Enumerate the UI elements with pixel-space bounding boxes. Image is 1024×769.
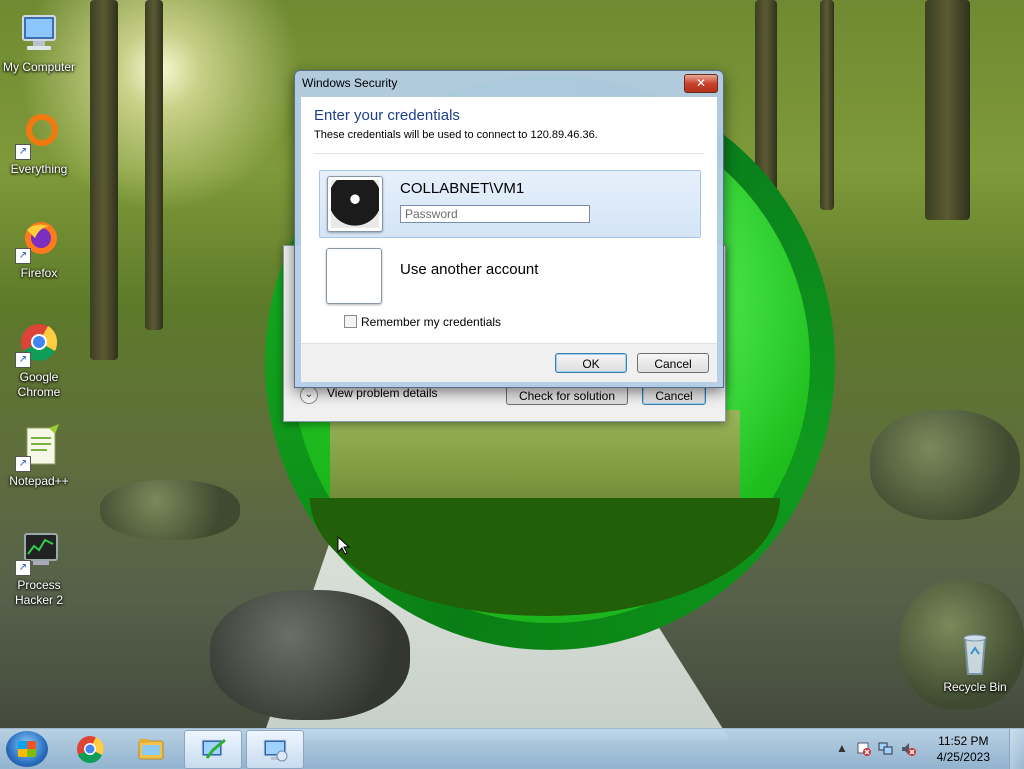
mouse-cursor-icon [337, 536, 351, 555]
taskbar-remote-desktop[interactable] [246, 730, 304, 769]
process-hacker-icon: ↗ [15, 528, 63, 576]
desktop-icon-label: Process Hacker 2 [14, 578, 64, 607]
desktop-icon-label: Firefox [20, 266, 58, 280]
dialog-title: Windows Security [302, 76, 398, 90]
desktop-icon-notepad-plus-plus[interactable]: ↗ Notepad++ [1, 424, 77, 489]
desktop-icon-label: My Computer [2, 60, 76, 74]
use-another-account-tile[interactable]: Use another account [319, 243, 699, 304]
taskbar-clock[interactable]: 11:52 PM 4/25/2023 [937, 733, 990, 765]
dog-avatar-icon [331, 180, 379, 228]
folder-icon [138, 739, 164, 760]
action-center-icon[interactable] [856, 741, 872, 757]
tree-trunk [820, 0, 834, 210]
dialog-button-bar: OK Cancel [301, 343, 717, 382]
taskbar-notepad-app[interactable] [184, 730, 242, 769]
mossy-rock [870, 410, 1020, 520]
shortcut-arrow-icon: ↗ [15, 352, 31, 368]
taskbar: ▲ 11:52 PM 4/25/2023 [0, 728, 1024, 769]
desktop-icon-everything[interactable]: ↗ Everything [1, 112, 77, 177]
notepad-plus-plus-icon: ↗ [15, 424, 63, 472]
desktop-icon-recycle-bin[interactable]: Recycle Bin [937, 630, 1013, 695]
desktop-icon-label: Notepad++ [9, 474, 69, 488]
close-icon: ✕ [695, 76, 707, 90]
clock-date: 4/25/2023 [936, 750, 990, 764]
system-tray: ▲ 11:52 PM 4/25/2023 [834, 729, 1024, 769]
chrome-icon [77, 736, 104, 763]
clock-time: 11:52 PM [938, 734, 989, 748]
chrome-icon: ↗ [15, 320, 63, 368]
show-desktop-button[interactable] [1009, 729, 1024, 769]
close-button[interactable]: ✕ [684, 74, 718, 93]
windows-logo-icon [18, 741, 36, 757]
network-icon[interactable] [878, 741, 894, 757]
desktop-icon-my-computer[interactable]: My Computer [1, 10, 77, 75]
shortcut-arrow-icon: ↗ [15, 144, 31, 160]
taskbar-file-explorer[interactable] [123, 730, 179, 767]
desktop-icon-process-hacker[interactable]: ↗ Process Hacker 2 [1, 528, 77, 608]
blank-user-icon [330, 252, 378, 300]
recycle-bin-icon [951, 630, 999, 678]
everything-search-icon: ↗ [15, 112, 63, 160]
divider [314, 153, 704, 154]
shortcut-arrow-icon: ↗ [15, 248, 31, 264]
saved-account-tile[interactable]: COLLABNET\VM1 [319, 170, 701, 238]
blank-avatar [326, 248, 382, 304]
use-another-account-label: Use another account [400, 261, 539, 278]
desktop-icon-google-chrome[interactable]: ↗ Google Chrome [1, 320, 77, 400]
shortcut-arrow-icon: ↗ [15, 560, 31, 576]
desktop-icon-label: Everything [10, 162, 68, 176]
tree-trunk [925, 0, 970, 220]
cancel-button[interactable]: Cancel [637, 353, 709, 373]
user-avatar [327, 176, 383, 232]
remote-desktop-icon [263, 739, 288, 762]
dialog-heading: Enter your credentials [314, 107, 460, 124]
windows-security-dialog: Windows Security ✕ Enter your credential… [294, 70, 724, 388]
ok-button[interactable]: OK [555, 353, 627, 373]
remote-app-icon [201, 738, 226, 759]
tree-trunk [90, 0, 118, 360]
remember-credentials-row[interactable]: Remember my credentials [344, 315, 501, 329]
firefox-icon: ↗ [15, 216, 63, 264]
grey-rock [210, 590, 410, 720]
check-for-solution-button[interactable]: Check for solution [506, 385, 628, 405]
desktop-icon-label: Recycle Bin [943, 680, 1007, 694]
view-problem-details-link[interactable]: View problem details [327, 386, 438, 400]
expand-chevron-icon[interactable]: ⌄ [300, 386, 318, 404]
show-hidden-icons-button[interactable]: ▲ [834, 741, 850, 757]
computer-icon [15, 10, 63, 58]
tree-trunk [145, 0, 163, 330]
problem-cancel-button[interactable]: Cancel [642, 385, 706, 405]
taskbar-chrome[interactable] [62, 730, 118, 767]
remember-credentials-checkbox[interactable] [344, 315, 357, 328]
account-username: COLLABNET\VM1 [400, 180, 525, 197]
volume-muted-icon[interactable] [900, 741, 916, 757]
credentials-panel: Enter your credentials These credentials… [301, 97, 717, 343]
dialog-subtext: These credentials will be used to connec… [314, 129, 598, 141]
shortcut-arrow-icon: ↗ [15, 456, 31, 472]
desktop-icon-label: Google Chrome [17, 370, 61, 399]
mossy-rock [100, 480, 240, 540]
password-field[interactable] [400, 205, 590, 223]
remember-credentials-label: Remember my credentials [361, 315, 502, 329]
desktop-icon-firefox[interactable]: ↗ Firefox [1, 216, 77, 281]
start-button[interactable] [6, 731, 48, 767]
